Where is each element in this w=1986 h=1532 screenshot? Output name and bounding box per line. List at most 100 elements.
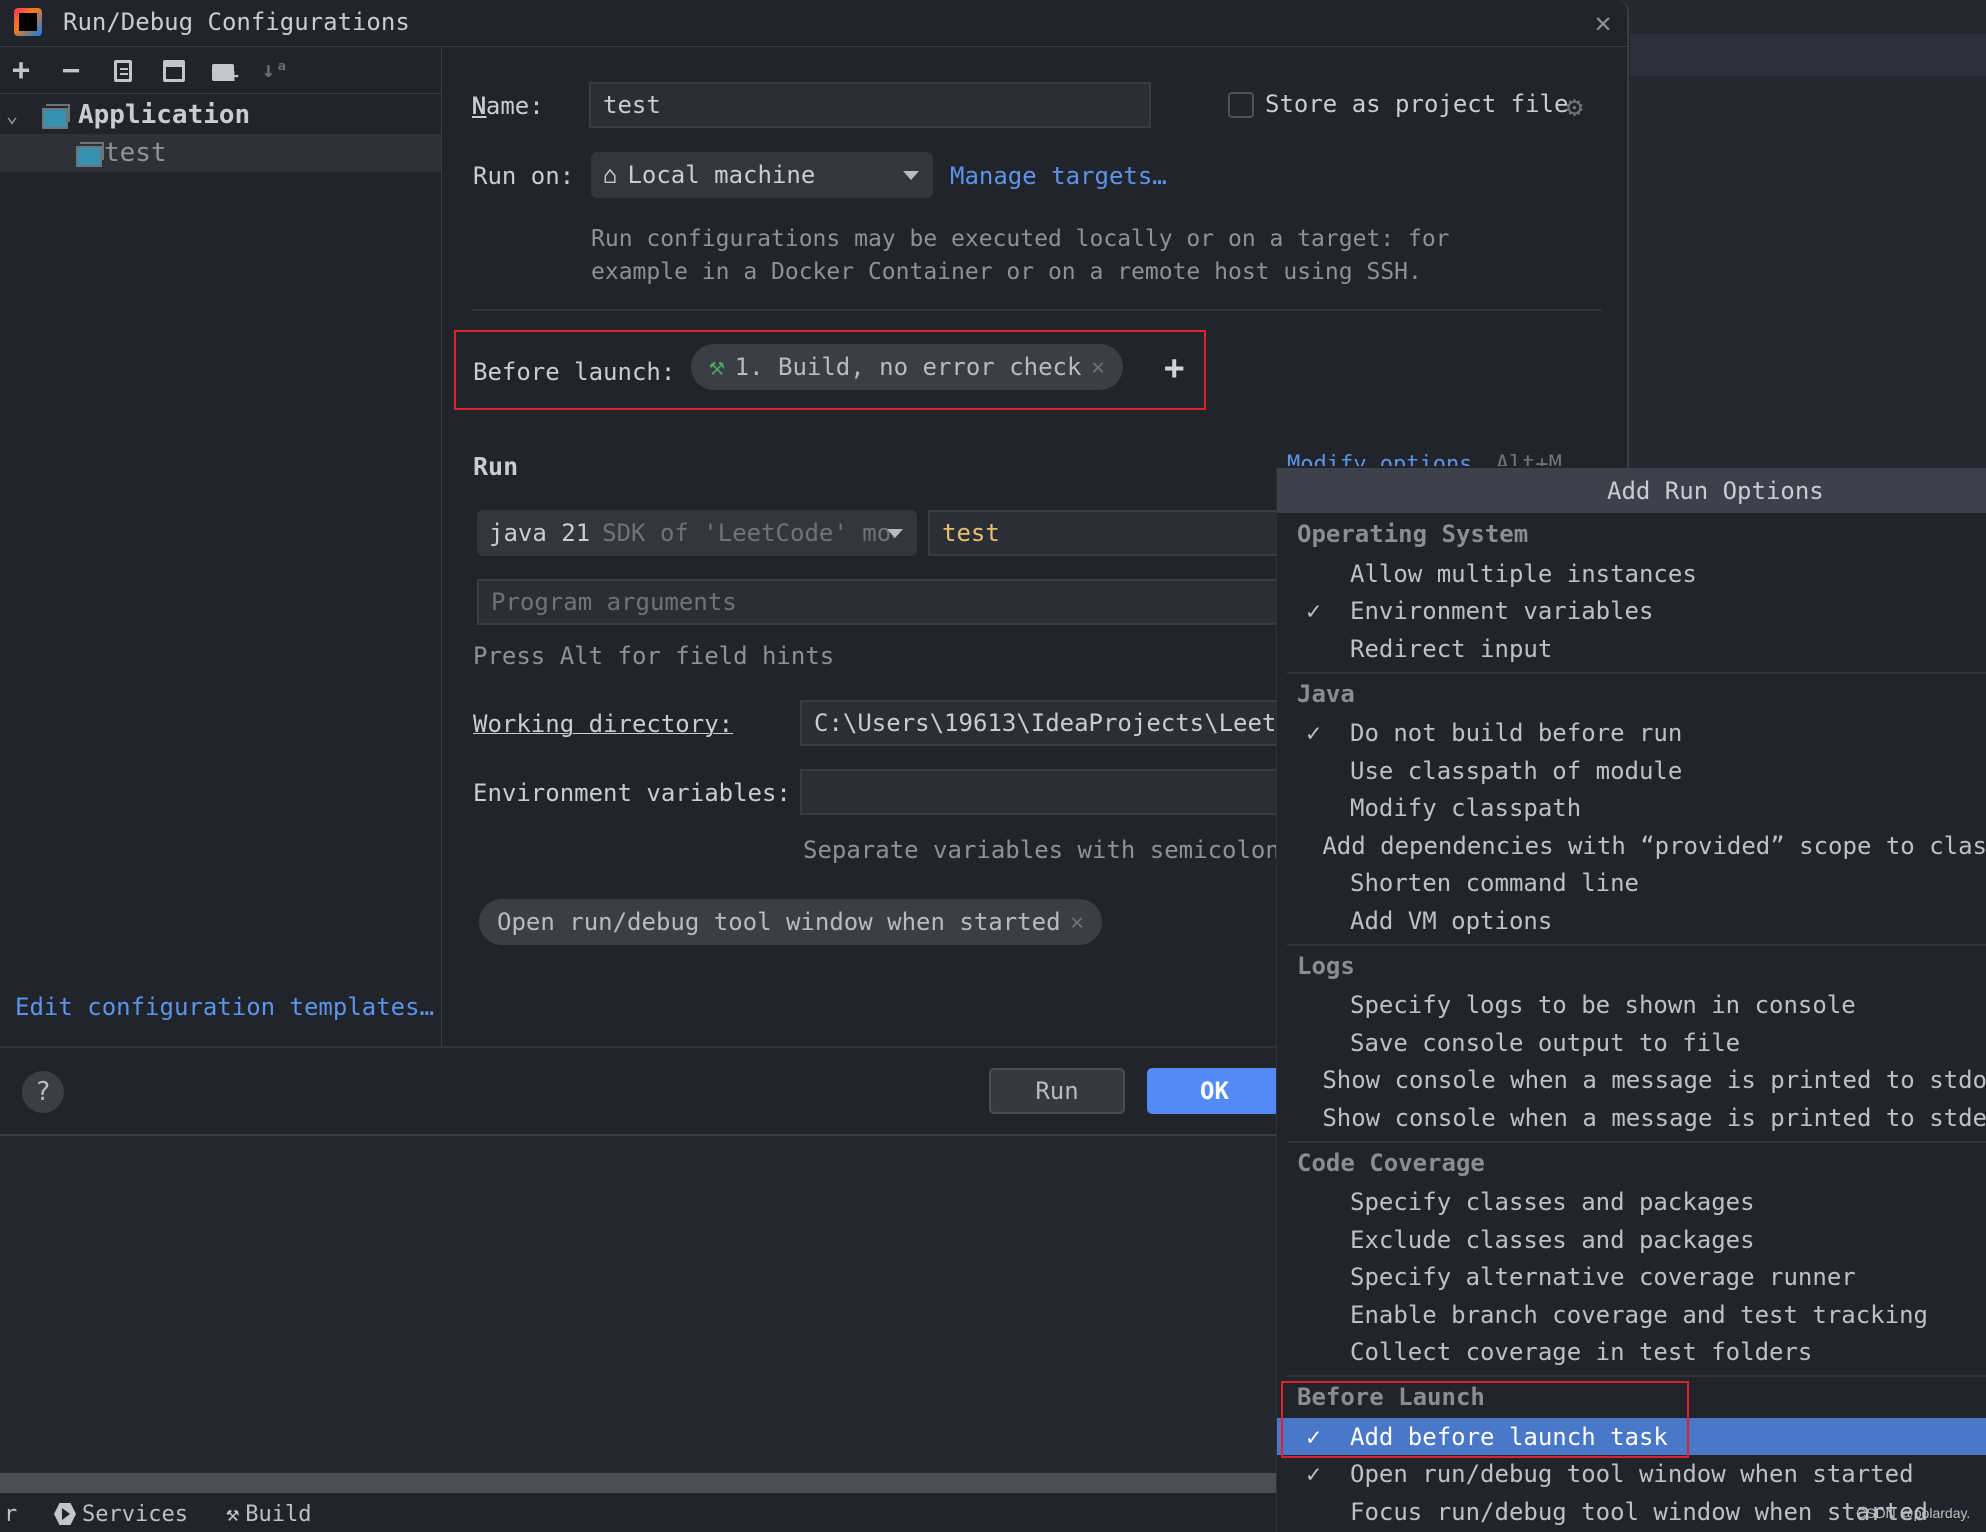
run-on-dropdown[interactable]: ⌂ Local machine <box>591 152 933 198</box>
run-option-label: Enable branch coverage and test tracking <box>1350 1300 1928 1329</box>
run-option-item[interactable]: Show console when a message is printed t… <box>1277 1062 1986 1099</box>
remove-task-icon[interactable]: ✕ <box>1091 355 1104 380</box>
run-option-item[interactable]: Add dependencies with “provided” scope t… <box>1277 827 1986 864</box>
close-button[interactable]: ✕ <box>1588 8 1618 38</box>
watermark: CSDN @polarday. <box>1856 1505 1971 1521</box>
program-arguments-input[interactable]: Program arguments <box>477 579 1278 625</box>
save-configuration-button[interactable] <box>156 54 190 88</box>
working-directory-input[interactable]: C:\Users\19613\IdeaProjects\LeetC <box>800 700 1278 746</box>
run-option-item[interactable]: Shorten command line <box>1277 865 1986 902</box>
run-on-label: Run on: <box>473 162 575 190</box>
close-icon: ✕ <box>1594 6 1612 39</box>
name-input-value: test <box>603 91 661 119</box>
run-button[interactable]: Run <box>989 1068 1125 1114</box>
services-label: Services <box>82 1501 188 1527</box>
modify-options-link[interactable]: Modify options Alt+M <box>1287 452 1562 466</box>
modify-options-shortcut: Alt+M <box>1495 452 1562 466</box>
tree-group-label: Application <box>78 100 251 130</box>
remove-option-icon[interactable]: ✕ <box>1071 910 1084 935</box>
help-icon: ? <box>35 1077 51 1107</box>
run-option-item[interactable]: Add VM options <box>1277 902 1986 939</box>
manage-targets-link[interactable]: Manage targets… <box>950 162 1167 190</box>
run-option-item[interactable]: ✓ Do not build before run <box>1277 715 1986 752</box>
popup-header: Add Run Options <box>1277 468 1986 513</box>
tool-window-services[interactable]: Services <box>54 1497 188 1531</box>
run-option-item[interactable]: ✓ Environment variables <box>1277 593 1986 630</box>
run-option-label: Focus run/debug tool window when started <box>1350 1497 1928 1526</box>
before-launch-task-chip[interactable]: ⚒ 1. Build, no error check ✕ <box>691 344 1123 390</box>
checkmark-icon: ✓ <box>1306 719 1321 747</box>
field-hints-text: Press Alt for field hints <box>473 642 835 670</box>
run-option-item[interactable]: ✓ Open run/debug tool window when started <box>1277 1456 1986 1493</box>
sort-icon: ↓ᵃ <box>261 58 289 83</box>
run-option-item[interactable]: Collect coverage in test folders <box>1277 1334 1986 1371</box>
plus-badge-icon: + <box>228 66 239 87</box>
open-tool-window-chip[interactable]: Open run/debug tool window when started … <box>479 899 1102 945</box>
edit-configuration-templates-link[interactable]: Edit configuration templates… <box>15 993 434 1021</box>
sort-configurations-button[interactable]: ↓ᵃ <box>258 54 292 88</box>
sidebar-toolbar: + − + ↓ᵃ <box>0 48 442 94</box>
hammer-icon: ⚒ <box>709 352 725 382</box>
run-option-label: Environment variables <box>1350 597 1654 625</box>
home-icon: ⌂ <box>603 161 618 189</box>
run-option-item[interactable]: Specify alternative coverage runner <box>1277 1259 1986 1296</box>
run-option-item[interactable]: Save console output to file <box>1277 1024 1986 1061</box>
run-option-item[interactable]: Allow multiple instances <box>1277 555 1986 592</box>
run-option-item[interactable]: Specify classes and packages <box>1277 1184 1986 1221</box>
option-group-title: Logs <box>1297 951 1355 980</box>
tool-window-partial[interactable]: r <box>4 1497 17 1531</box>
jre-dropdown[interactable]: java 21 SDK of 'LeetCode' modu <box>477 510 917 556</box>
run-option-label: Specify classes and packages <box>1350 1188 1755 1216</box>
run-option-item[interactable]: Enable branch coverage and test tracking <box>1277 1296 1986 1333</box>
copy-icon <box>114 60 132 82</box>
run-option-label: Shorten command line <box>1350 869 1639 897</box>
gear-icon[interactable]: ⚙ <box>1566 90 1583 123</box>
run-option-item[interactable]: Modify classpath <box>1277 790 1986 827</box>
tree-group-application[interactable]: ⌄ Application <box>0 96 441 134</box>
run-option-label: Add VM options <box>1350 906 1553 935</box>
save-icon <box>163 60 185 82</box>
chevron-down-icon: ⌄ <box>6 103 19 127</box>
ok-button[interactable]: OK <box>1147 1068 1282 1114</box>
run-option-item[interactable]: Show console when a message is printed t… <box>1277 1099 1986 1136</box>
run-option-item[interactable]: Redirect input <box>1277 630 1986 667</box>
run-option-item[interactable]: ✓ Add before launch task <box>1277 1418 1986 1455</box>
services-icon <box>54 1503 76 1525</box>
tool-window-build[interactable]: ⚒ Build <box>226 1497 311 1531</box>
main-class-input[interactable]: test <box>928 510 1278 556</box>
store-as-project-file-label[interactable]: Store as project file <box>1265 90 1568 118</box>
name-label: NName: <box>471 92 544 120</box>
run-option-item[interactable]: Use classpath of module <box>1277 752 1986 789</box>
run-section-title: Run <box>473 452 519 481</box>
remove-configuration-button[interactable]: − <box>54 54 88 88</box>
build-label: Build <box>245 1501 312 1527</box>
copy-configuration-button[interactable] <box>106 54 140 88</box>
working-directory-value: C:\Users\19613\IdeaProjects\LeetC <box>814 709 1278 737</box>
add-before-launch-task-button[interactable]: + <box>1164 348 1184 388</box>
tree-item-test[interactable]: test <box>0 134 441 172</box>
help-button[interactable]: ? <box>22 1071 64 1113</box>
name-input[interactable]: test <box>589 82 1151 128</box>
divider <box>472 309 1602 311</box>
dialog-title: Run/Debug Configurations <box>63 8 410 36</box>
horizontal-scrollbar[interactable] <box>0 1473 1280 1493</box>
working-directory-label-text: Working directory: <box>473 710 734 738</box>
application-config-icon <box>42 104 70 129</box>
group-separator <box>1287 1375 1986 1377</box>
new-folder-button[interactable]: + <box>208 54 242 88</box>
jre-hint: SDK of 'LeetCode' modu <box>602 519 895 547</box>
title-bar[interactable]: Run/Debug Configurations ✕ <box>0 0 1627 47</box>
run-option-item[interactable]: Specify logs to be shown in console <box>1277 987 1986 1024</box>
option-group-title: Java <box>1297 679 1355 708</box>
run-option-label: Add before launch task <box>1350 1422 1668 1451</box>
add-configuration-button[interactable]: + <box>4 54 38 88</box>
environment-variables-input[interactable] <box>800 769 1278 815</box>
popup-title: Add Run Options <box>1607 476 1824 505</box>
group-separator <box>1287 1140 1986 1143</box>
store-as-project-file-checkbox[interactable] <box>1228 92 1254 118</box>
working-directory-label: Working directory: <box>473 710 733 738</box>
run-option-item[interactable]: Exclude classes and packages <box>1277 1221 1986 1258</box>
name-label-text: Name: <box>471 92 544 120</box>
main-class-value: test <box>942 519 1000 547</box>
checkmark-icon: ✓ <box>1306 597 1321 625</box>
